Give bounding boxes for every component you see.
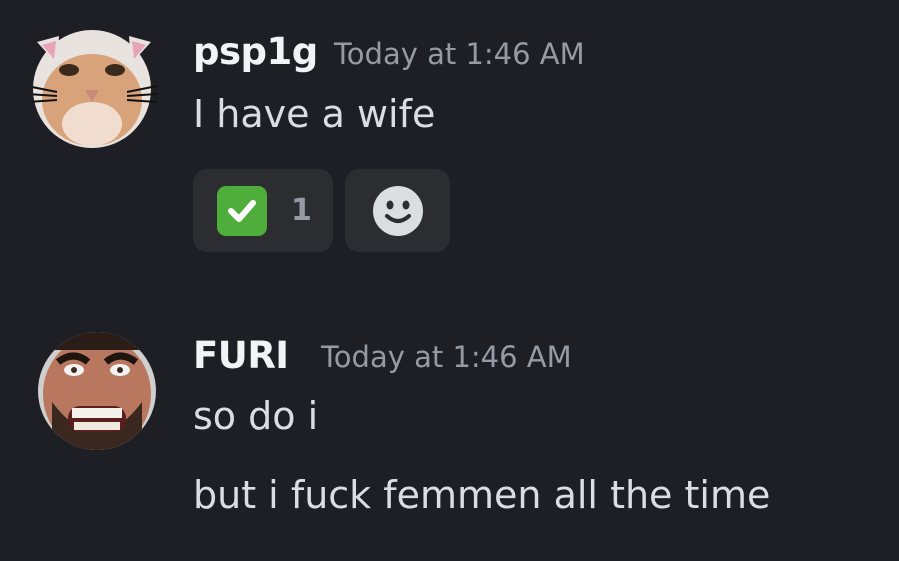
message-furi: FURI Today at 1:46 AM so do i but i fuck… <box>0 290 899 561</box>
smiley-add-reaction-icon <box>372 185 423 236</box>
check-mark-button-icon <box>217 185 267 236</box>
man-grimace-avatar-icon <box>38 332 156 450</box>
message-timestamp: Today at 1:46 AM <box>334 37 585 71</box>
message-psp1g: psp1g Today at 1:46 AM I have a wife 1 <box>0 0 899 290</box>
message-timestamp: Today at 1:46 AM <box>321 340 572 374</box>
avatar-furi[interactable] <box>38 332 156 450</box>
add-reaction-button[interactable] <box>345 169 450 252</box>
reaction-count: 1 <box>291 193 312 228</box>
message-text: I have a wife <box>193 92 436 136</box>
message-text: so do i <box>193 394 319 438</box>
author-name[interactable]: FURI <box>193 334 289 377</box>
avatar-psp1g[interactable] <box>33 28 158 148</box>
cat-avatar-icon <box>33 30 158 148</box>
reaction-check-mark[interactable]: 1 <box>193 169 333 252</box>
author-name[interactable]: psp1g <box>193 30 318 73</box>
message-text: but i fuck femmen all the time <box>193 473 771 517</box>
